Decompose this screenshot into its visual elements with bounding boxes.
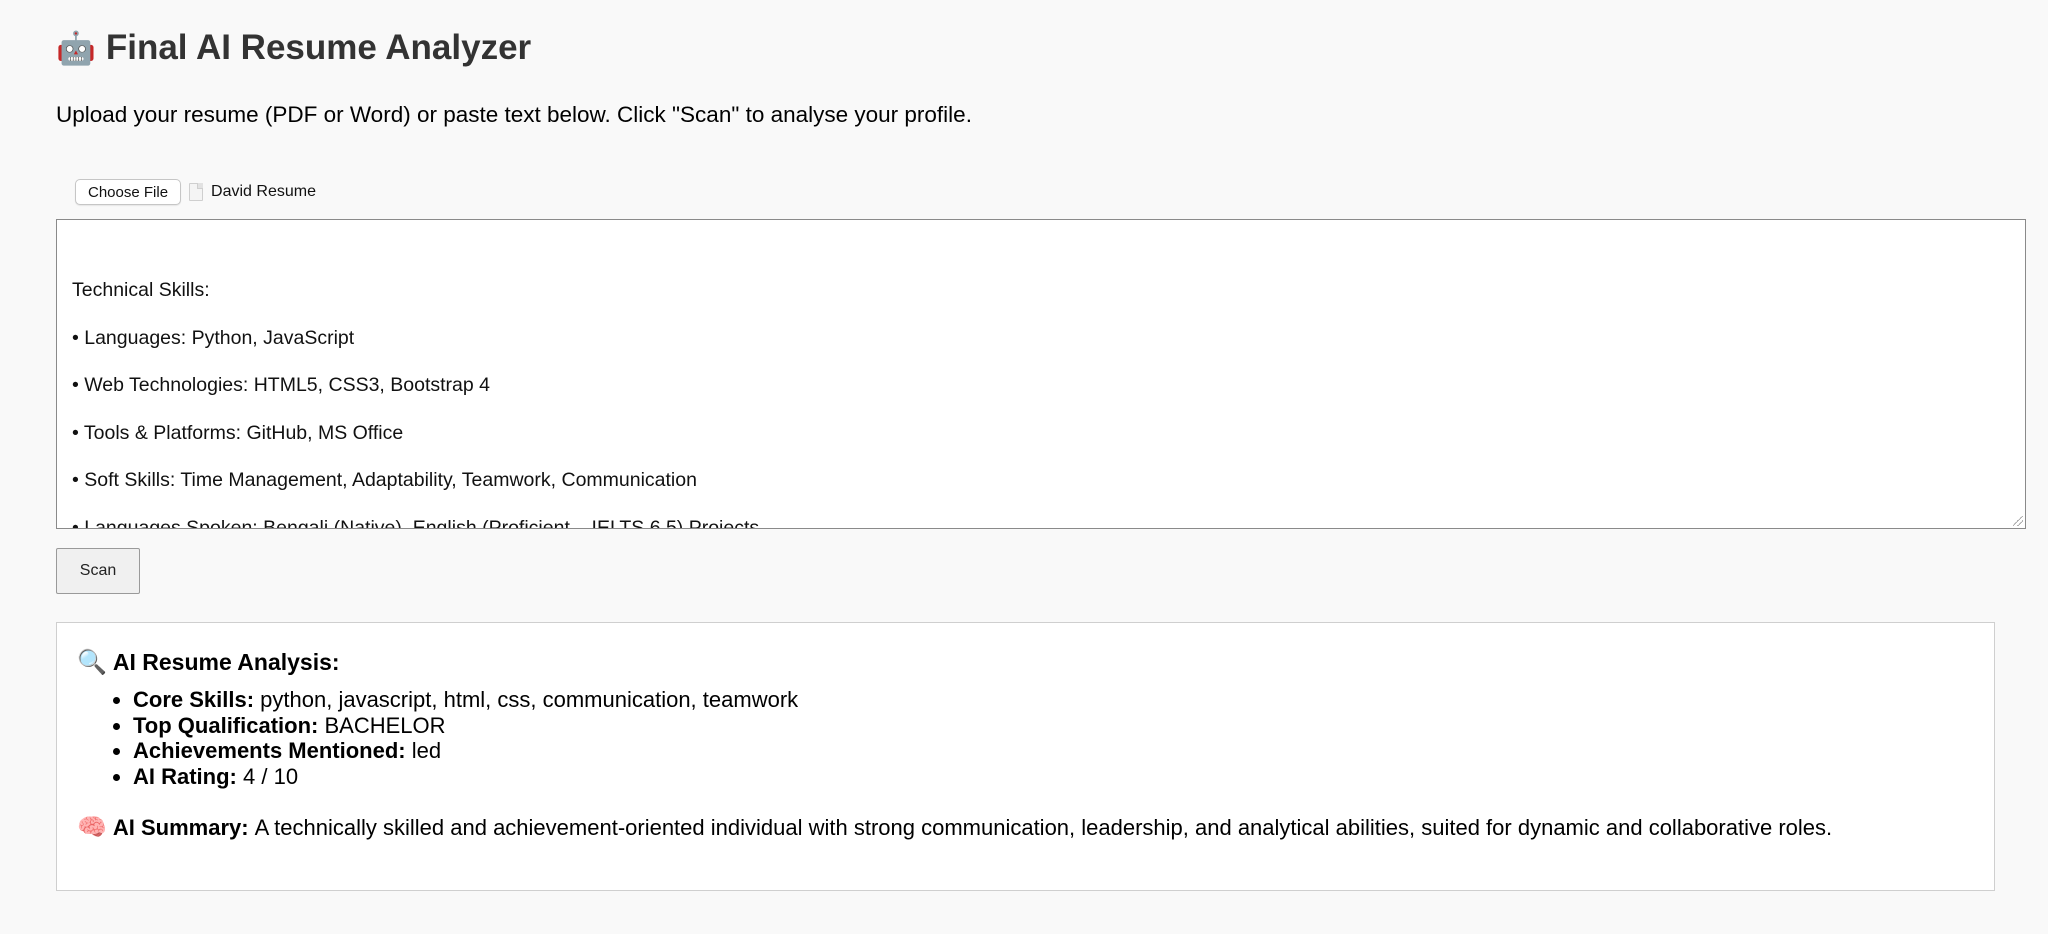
document-icon [189, 183, 204, 201]
file-upload-row: Choose File David Resume [75, 179, 316, 205]
ai-summary-text: A technically skilled and achievement-or… [254, 815, 1833, 840]
list-item: Top Qualification: BACHELOR [133, 713, 798, 739]
resume-textarea[interactable]: Technical Skills: • Languages: Python, J… [56, 219, 2026, 529]
page-title-text: Final AI Resume Analyzer [105, 28, 532, 67]
resume-text-line: • Languages Spoken: Bengali (Native), En… [72, 516, 760, 529]
core-skills-label: Core Skills: [133, 687, 255, 712]
achievements-value: led [411, 738, 442, 763]
resize-handle[interactable] [2013, 516, 2023, 526]
ai-rating-value: 4 / 10 [243, 763, 299, 789]
ai-rating-label: AI Rating: [133, 763, 237, 789]
qualification-label: Top Qualification: [133, 712, 319, 738]
ai-summary: 🧠 AI Summary: A technically skilled and … [77, 815, 1832, 841]
analysis-list: Core Skills: python, javascript, html, c… [115, 687, 798, 789]
scan-button[interactable]: Scan [56, 548, 140, 594]
robot-icon: 🤖 [56, 30, 96, 66]
qualification-value: BACHELOR [324, 712, 446, 738]
resume-text-line: • Languages: Python, JavaScript [72, 326, 355, 349]
list-item: Core Skills: python, javascript, html, c… [133, 687, 798, 713]
page-title: 🤖 Final AI Resume Analyzer [56, 28, 531, 68]
resume-text-line: • Soft Skills: Time Management, Adaptabi… [72, 469, 697, 491]
magnifier-icon: 🔍 [77, 648, 107, 676]
ai-summary-label: AI Summary: [112, 815, 249, 840]
core-skills-value: python, javascript, html, css, communica… [260, 687, 799, 712]
brain-icon: 🧠 [77, 814, 107, 841]
page: 🤖 Final AI Resume Analyzer Upload your r… [0, 0, 2048, 934]
analysis-heading-text: AI Resume Analysis: [112, 649, 340, 675]
instructions-text: Upload your resume (PDF or Word) or past… [56, 102, 972, 127]
resume-text-content: Technical Skills: • Languages: Python, J… [72, 267, 760, 529]
achievements-label: Achievements Mentioned: [133, 738, 406, 763]
list-item: AI Rating: 4 / 10 [133, 764, 798, 790]
analysis-heading: 🔍 AI Resume Analysis: [77, 649, 340, 676]
resume-text-line: • Web Technologies: HTML5, CSS3, Bootstr… [72, 374, 490, 396]
resume-text-line: Technical Skills: [72, 279, 210, 301]
resume-text-line: • Tools & Platforms: GitHub, MS Office [72, 421, 404, 444]
choose-file-button[interactable]: Choose File [75, 179, 182, 205]
list-item: Achievements Mentioned: led [133, 738, 798, 764]
analysis-results-panel: 🔍 AI Resume Analysis: Core Skills: pytho… [56, 622, 1995, 891]
selected-file-name: David Resume [211, 183, 316, 200]
